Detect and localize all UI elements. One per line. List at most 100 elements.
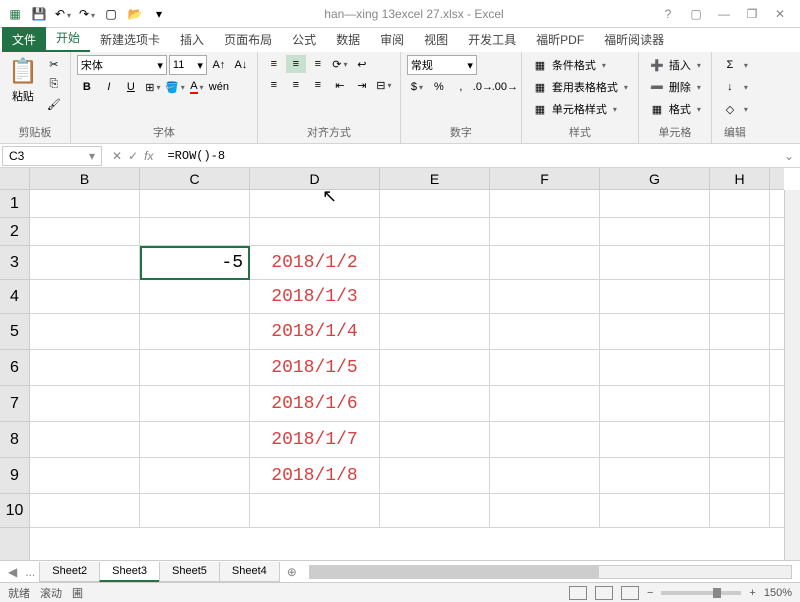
cancel-formula-icon[interactable]: ✕ xyxy=(112,149,122,163)
cell-E8[interactable] xyxy=(380,422,490,458)
cell-D3[interactable]: 2018/1/2 xyxy=(250,246,380,280)
cell-G1[interactable] xyxy=(600,190,710,218)
close-icon[interactable]: ✕ xyxy=(770,4,790,24)
comma-format-icon[interactable]: , xyxy=(451,78,471,96)
merge-cells-icon[interactable]: ⊟ xyxy=(374,76,394,94)
sheet-nav-ellipsis[interactable]: ... xyxy=(21,565,39,579)
cell-C7[interactable] xyxy=(140,386,250,422)
shrink-font-icon[interactable]: A↓ xyxy=(231,56,251,74)
increase-indent-icon[interactable]: ⇥ xyxy=(352,76,372,94)
cut-icon[interactable]: ✂ xyxy=(44,55,64,73)
align-left-icon[interactable]: ≡ xyxy=(264,76,284,94)
restore-icon[interactable]: ❐ xyxy=(742,4,762,24)
cell-C4[interactable] xyxy=(140,280,250,314)
cell-G10[interactable] xyxy=(600,494,710,528)
row-head-7[interactable]: 7 xyxy=(0,386,29,422)
font-name-combo[interactable]: 宋体▾ xyxy=(77,55,167,75)
clear-button[interactable]: ◇ xyxy=(718,99,752,119)
cell-D4[interactable]: 2018/1/3 xyxy=(250,280,380,314)
row-head-10[interactable]: 10 xyxy=(0,494,29,528)
percent-format-icon[interactable]: % xyxy=(429,78,449,96)
add-sheet-button[interactable]: ⊕ xyxy=(279,565,305,579)
help-icon[interactable]: ? xyxy=(658,4,678,24)
cell-C2[interactable] xyxy=(140,218,250,246)
cell-G6[interactable] xyxy=(600,350,710,386)
copy-icon[interactable]: ⎘ xyxy=(44,75,64,93)
cell-D7[interactable]: 2018/1/6 xyxy=(250,386,380,422)
cell-B5[interactable] xyxy=(30,314,140,350)
cell-G9[interactable] xyxy=(600,458,710,494)
save-icon[interactable]: 💾 xyxy=(28,3,50,25)
cell-H2[interactable] xyxy=(710,218,770,246)
cell-G7[interactable] xyxy=(600,386,710,422)
cell-B8[interactable] xyxy=(30,422,140,458)
fill-color-button[interactable]: 🪣 xyxy=(165,78,185,96)
cell-E4[interactable] xyxy=(380,280,490,314)
cell-B7[interactable] xyxy=(30,386,140,422)
format-cells-button[interactable]: ▦格式 xyxy=(645,99,705,119)
cell-D8[interactable]: 2018/1/7 xyxy=(250,422,380,458)
cell-H7[interactable] xyxy=(710,386,770,422)
align-center-icon[interactable]: ≡ xyxy=(286,76,306,94)
cell-D1[interactable] xyxy=(250,190,380,218)
orientation-icon[interactable]: ⟳ xyxy=(330,55,350,73)
cell-B4[interactable] xyxy=(30,280,140,314)
cell-B9[interactable] xyxy=(30,458,140,494)
redo-icon[interactable]: ↷ xyxy=(76,3,98,25)
cell-D10[interactable] xyxy=(250,494,380,528)
cell-D9[interactable]: 2018/1/8 xyxy=(250,458,380,494)
cell-E9[interactable] xyxy=(380,458,490,494)
cell-C10[interactable] xyxy=(140,494,250,528)
zoom-out-icon[interactable]: − xyxy=(647,587,653,599)
bold-button[interactable]: B xyxy=(77,78,97,96)
cell-C3[interactable]: -5 xyxy=(140,246,250,280)
conditional-format-button[interactable]: ▦条件格式 xyxy=(528,55,632,75)
row-head-2[interactable]: 2 xyxy=(0,218,29,246)
col-head-E[interactable]: E xyxy=(380,168,490,189)
tab-formulas[interactable]: 公式 xyxy=(282,27,326,52)
row-head-1[interactable]: 1 xyxy=(0,190,29,218)
select-all-corner[interactable] xyxy=(0,168,30,190)
accept-formula-icon[interactable]: ✓ xyxy=(128,149,138,163)
row-head-5[interactable]: 5 xyxy=(0,314,29,350)
zoom-in-icon[interactable]: + xyxy=(749,587,755,599)
tab-review[interactable]: 审阅 xyxy=(370,27,414,52)
paste-button[interactable]: 📋 粘贴 xyxy=(6,55,40,106)
cell-grid[interactable]: -52018/1/22018/1/32018/1/42018/1/52018/1… xyxy=(30,190,784,560)
sheet-tab-sheet4[interactable]: Sheet4 xyxy=(219,562,280,582)
cell-C5[interactable] xyxy=(140,314,250,350)
cell-H6[interactable] xyxy=(710,350,770,386)
format-painter-icon[interactable]: 🖌 xyxy=(44,95,64,113)
tab-file[interactable]: 文件 xyxy=(2,27,46,52)
cell-B10[interactable] xyxy=(30,494,140,528)
cell-F8[interactable] xyxy=(490,422,600,458)
cell-E7[interactable] xyxy=(380,386,490,422)
col-head-G[interactable]: G xyxy=(600,168,710,189)
font-size-combo[interactable]: 11▾ xyxy=(169,55,207,75)
row-head-8[interactable]: 8 xyxy=(0,422,29,458)
cell-H8[interactable] xyxy=(710,422,770,458)
cell-H5[interactable] xyxy=(710,314,770,350)
sheet-tab-sheet5[interactable]: Sheet5 xyxy=(159,562,220,582)
ribbon-toggle-icon[interactable]: ▢ xyxy=(686,4,706,24)
expand-formula-icon[interactable]: ⌄ xyxy=(778,149,800,163)
row-head-3[interactable]: 3 xyxy=(0,246,29,280)
cell-H4[interactable] xyxy=(710,280,770,314)
fx-icon[interactable]: fx xyxy=(144,149,153,163)
cell-F1[interactable] xyxy=(490,190,600,218)
vertical-scrollbar[interactable] xyxy=(784,190,800,560)
grow-font-icon[interactable]: A↑ xyxy=(209,56,229,74)
zoom-slider[interactable] xyxy=(661,591,741,595)
font-color-button[interactable]: A xyxy=(187,78,207,96)
tab-insert[interactable]: 插入 xyxy=(170,27,214,52)
cell-G4[interactable] xyxy=(600,280,710,314)
sheet-tab-sheet2[interactable]: Sheet2 xyxy=(39,562,100,582)
italic-button[interactable]: I xyxy=(99,78,119,96)
cell-H1[interactable] xyxy=(710,190,770,218)
row-head-6[interactable]: 6 xyxy=(0,350,29,386)
underline-button[interactable]: U xyxy=(121,78,141,96)
excel-icon[interactable]: ▦ xyxy=(4,3,26,25)
border-button[interactable]: ⊞ xyxy=(143,78,163,96)
undo-icon[interactable]: ↶ xyxy=(52,3,74,25)
fill-button[interactable]: ↓ xyxy=(718,77,752,97)
